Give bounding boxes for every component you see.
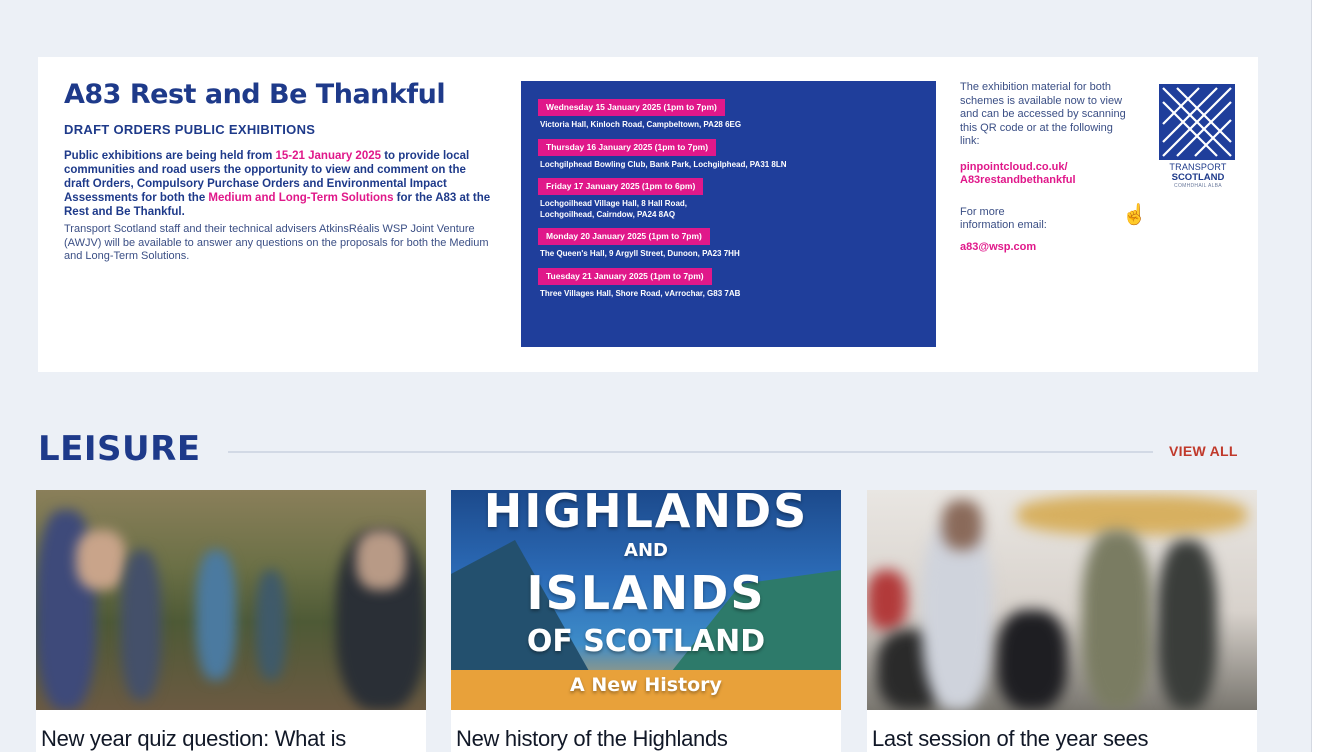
- logo-line-transport: TRANSPORT: [1169, 162, 1227, 172]
- logo-line-scotland: SCOTLAND: [1171, 172, 1225, 183]
- cover-line: ISLANDS: [526, 566, 766, 620]
- transport-scotland-logo: TRANSPORT SCOTLAND COMHDHAIL ALBA: [1159, 84, 1237, 189]
- cover-line: AND: [624, 540, 668, 561]
- article-card[interactable]: HIGHLANDS AND ISLANDS OF SCOTLAND A New …: [451, 490, 841, 752]
- banner-intro-paragraph: Public exhibitions are being held from 1…: [64, 149, 494, 219]
- intro-solutions: Medium and Long-Term Solutions: [208, 192, 394, 204]
- exhibition-item: Friday 17 January 2025 (1pm to 6pm) Loch…: [538, 176, 920, 220]
- pointer-hand-icon: ☝: [1122, 204, 1147, 226]
- intro-text-a: Public exhibitions are being held from: [64, 150, 276, 162]
- exhibition-dates-panel: Wednesday 15 January 2025 (1pm to 7pm) V…: [521, 81, 936, 347]
- exhibition-venue: Lochgilphead Bowling Club, Bank Park, Lo…: [540, 159, 787, 169]
- a83-exhibition-banner[interactable]: A83 Rest and Be Thankful DRAFT ORDERS PU…: [38, 57, 1258, 372]
- exhibition-item: Wednesday 15 January 2025 (1pm to 7pm) V…: [538, 97, 920, 131]
- banner-staff-paragraph: Transport Scotland staff and their techn…: [64, 223, 489, 262]
- article-card[interactable]: New year quiz question: What is: [36, 490, 426, 752]
- cover-line: HIGHLANDS: [483, 490, 809, 538]
- exhibition-item: Monday 20 January 2025 (1pm to 7pm) The …: [538, 226, 920, 260]
- cover-line: OF SCOTLAND: [526, 624, 766, 659]
- article-image-book-cover[interactable]: HIGHLANDS AND ISLANDS OF SCOTLAND A New …: [451, 490, 841, 710]
- more-info-text: For more information email:: [960, 205, 1047, 232]
- exhibition-date: Wednesday 15 January 2025 (1pm to 7pm): [538, 99, 725, 116]
- banner-title: A83 Rest and Be Thankful: [64, 79, 446, 110]
- logo-line-gaelic: COMHDHAIL ALBA: [1174, 183, 1222, 189]
- pinpointcloud-link[interactable]: pinpointcloud.co.uk/ A83restandbethankfu…: [960, 161, 1130, 188]
- exhibition-date: Thursday 16 January 2025 (1pm to 7pm): [538, 138, 717, 156]
- section-title-leisure: LEISURE: [38, 429, 201, 469]
- article-title[interactable]: New history of the Highlands: [456, 726, 728, 752]
- exhibition-venue: Victoria Hall, Kinloch Road, Campbeltown…: [540, 120, 742, 129]
- article-card[interactable]: Last session of the year sees: [867, 490, 1257, 752]
- exhibition-item: Thursday 16 January 2025 (1pm to 7pm) Lo…: [538, 137, 920, 171]
- contact-email-link[interactable]: a83@wsp.com: [960, 241, 1130, 255]
- article-image-group-photo[interactable]: [867, 490, 1257, 710]
- intro-dates: 15-21 January 2025: [275, 150, 382, 162]
- banner-subtitle: DRAFT ORDERS PUBLIC EXHIBITIONS: [64, 122, 316, 137]
- exhibition-date: Friday 17 January 2025 (1pm to 6pm): [538, 178, 704, 195]
- section-divider: [228, 451, 1153, 453]
- cover-line: A New History: [570, 674, 722, 696]
- exhibition-venue: The Queen's Hall, 9 Argyll Street, Dunoo…: [540, 249, 740, 258]
- banner-text-column: A83 Rest and Be Thankful DRAFT ORDERS PU…: [64, 79, 494, 264]
- article-image-walkers[interactable]: [36, 490, 426, 710]
- exhibition-date: Tuesday 21 January 2025 (1pm to 7pm): [538, 267, 712, 285]
- scrollbar-track[interactable]: [1311, 0, 1319, 752]
- banner-info-text: The exhibition material for both schemes…: [960, 81, 1126, 147]
- exhibition-date: Monday 20 January 2025 (1pm to 7pm): [538, 228, 710, 245]
- view-all-link[interactable]: VIEW ALL: [1169, 443, 1238, 459]
- exhibition-item: Tuesday 21 January 2025 (1pm to 7pm) Thr…: [538, 266, 920, 300]
- transport-scotland-emblem-icon: [1159, 84, 1235, 160]
- article-title[interactable]: Last session of the year sees: [872, 726, 1149, 752]
- exhibition-venue: Lochgoilhead Village Hall, 8 Hall Road, …: [540, 199, 687, 219]
- article-title[interactable]: New year quiz question: What is: [41, 726, 346, 752]
- exhibition-venue: Three Villages Hall, Shore Road, vArroch…: [540, 288, 741, 298]
- banner-info-column: The exhibition material for both schemes…: [960, 81, 1147, 255]
